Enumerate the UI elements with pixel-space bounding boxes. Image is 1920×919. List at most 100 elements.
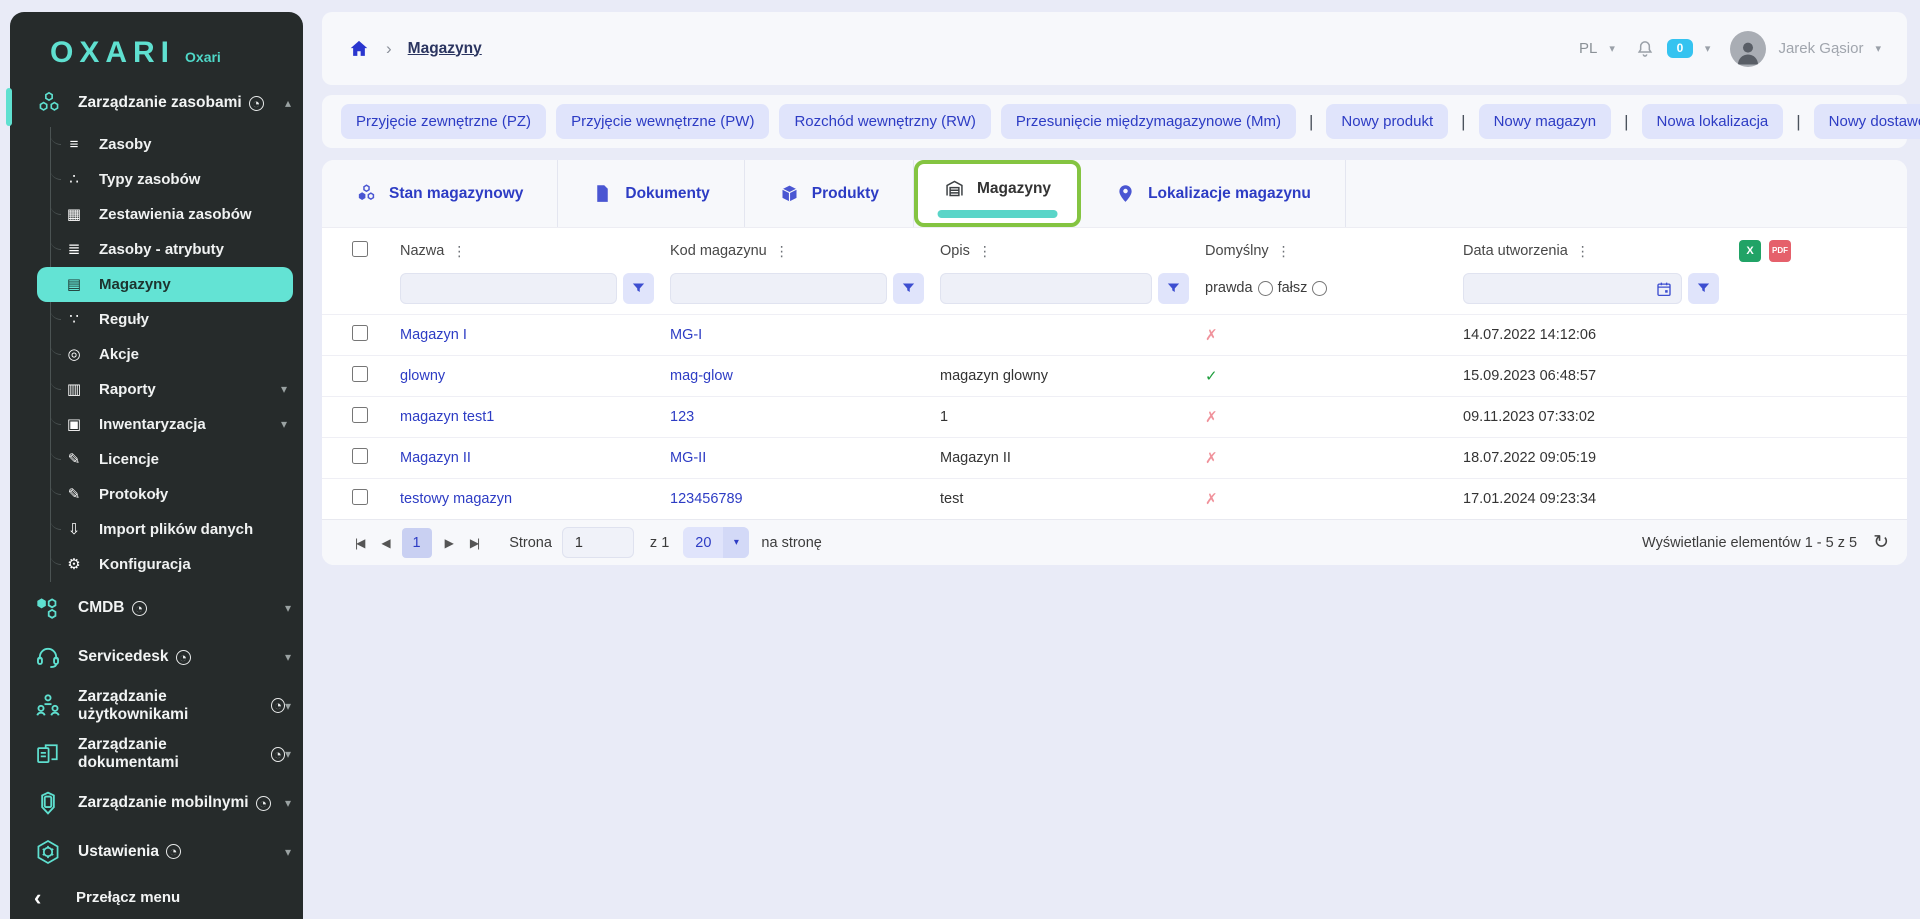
user-name[interactable]: Jarek Gąsior (1778, 40, 1863, 57)
cell-kod[interactable]: MG-I (670, 327, 940, 343)
filter-funnel-button[interactable] (1158, 273, 1189, 304)
home-icon[interactable] (348, 38, 370, 60)
calendar-icon[interactable] (1655, 280, 1673, 298)
action-przesuniecie-button[interactable]: Przesunięcie międzymagazynowe (Mm) (1001, 104, 1296, 139)
sidebar-item-reguly[interactable]: ∵ Reguły (51, 302, 303, 337)
table-row[interactable]: testowy magazyn 123456789 test ✗ 17.01.2… (322, 478, 1907, 519)
page-number-input[interactable] (562, 527, 634, 558)
tab-magazyny[interactable]: Magazyny (914, 160, 1081, 227)
cell-kod[interactable]: MG-II (670, 450, 940, 466)
sidebar-item-protokoly[interactable]: ✎ Protokoły (51, 477, 303, 512)
cell-nazwa[interactable]: Magazyn II (400, 450, 670, 466)
sidebar-item-raporty[interactable]: ▥ Raporty ▾ (51, 372, 303, 407)
action-przyjecie-wewnetrzne-button[interactable]: Przyjęcie wewnętrzne (PW) (556, 104, 769, 139)
chevron-down-icon: ▾ (1705, 42, 1711, 55)
sidebar-toggle-menu[interactable]: ‹ Przełącz menu (10, 876, 303, 919)
row-checkbox[interactable] (352, 489, 368, 505)
sidebar-item-licencje[interactable]: ✎ Licencje (51, 442, 303, 477)
cell-nazwa[interactable]: testowy magazyn (400, 491, 670, 507)
cell-kod[interactable]: 123 (670, 409, 940, 425)
check-icon: ✓ (1205, 367, 1463, 385)
cell-kod[interactable]: mag-glow (670, 368, 940, 384)
sidebar-item-konfiguracja[interactable]: ⚙ Konfiguracja (51, 547, 303, 582)
filter-funnel-button[interactable] (1688, 273, 1719, 304)
column-menu-icon[interactable]: ⋮ (978, 243, 992, 260)
filter-input-kod[interactable] (670, 273, 887, 304)
row-checkbox[interactable] (352, 325, 368, 341)
action-przyjecie-zewnetrzne-button[interactable]: Przyjęcie zewnętrzne (PZ) (341, 104, 546, 139)
row-checkbox[interactable] (352, 407, 368, 423)
sidebar-item-magazyny[interactable]: ▤ Magazyny (37, 267, 293, 302)
cell-nazwa[interactable]: magazyn test1 (400, 409, 670, 425)
next-page-button[interactable]: ▶ (436, 532, 461, 554)
tab-lokalizacje-magazynu[interactable]: Lokalizacje magazynu (1081, 160, 1345, 227)
hierarchy-icon: ∴ (61, 170, 87, 188)
column-menu-icon[interactable]: ⋮ (775, 243, 789, 260)
tab-dokumenty[interactable]: Dokumenty (558, 160, 743, 227)
table-row[interactable]: glowny mag-glow magazyn glowny ✓ 15.09.2… (322, 355, 1907, 396)
hexagon-cluster-icon (356, 183, 377, 204)
action-rozchod-wewnetrzny-button[interactable]: Rozchód wewnętrzny (RW) (779, 104, 990, 139)
cell-kod[interactable]: 123456789 (670, 491, 940, 507)
previous-page-button[interactable]: ◀ (372, 532, 397, 554)
chevron-down-icon: ▾ (285, 747, 291, 761)
tab-produkty[interactable]: Produkty (745, 160, 913, 227)
table-row[interactable]: magazyn test1 123 1 ✗ 09.11.2023 07:33:0… (322, 396, 1907, 437)
sidebar-item-zestawienia-zasobow[interactable]: ▦ Zestawienia zasobów (51, 197, 303, 232)
cross-icon: ✗ (1205, 490, 1463, 508)
sidebar-section-cmdb[interactable]: CMDB ◔ ▾ (10, 584, 303, 633)
filter-input-opis[interactable] (940, 273, 1152, 304)
filter-funnel-button[interactable] (893, 273, 924, 304)
user-avatar[interactable] (1730, 31, 1766, 67)
refresh-icon[interactable]: ↻ (1873, 531, 1889, 554)
cell-nazwa[interactable]: Magazyn I (400, 327, 670, 343)
sidebar-section-zarzadzanie-zasobami[interactable]: Zarządzanie zasobami ◔ ▴ (10, 84, 303, 123)
sidebar-item-zasoby-atrybuty[interactable]: ≣ Zasoby - atrybuty (51, 232, 303, 267)
action-nowy-dostawca-button[interactable]: Nowy dostawca (1814, 104, 1920, 139)
export-excel-icon[interactable]: X (1739, 240, 1761, 262)
sidebar-item-akcje[interactable]: ◎ Akcje (51, 337, 303, 372)
sidebar-item-import-plikow-danych[interactable]: ⇩ Import plików danych (51, 512, 303, 547)
select-all-checkbox[interactable] (352, 241, 368, 257)
tab-stan-magazynowy[interactable]: Stan magazynowy (322, 160, 557, 227)
header-user-area: PL ▾ 0 ▾ Jarek Gąsior ▾ (1579, 31, 1881, 67)
cell-data-utworzenia: 18.07.2022 09:05:19 (1463, 450, 1735, 466)
page-size-select[interactable]: 20 ▾ (683, 527, 749, 558)
last-page-button[interactable]: ▶| (461, 532, 487, 554)
table-row[interactable]: Magazyn II MG-II Magazyn II ✗ 18.07.2022… (322, 437, 1907, 478)
filter-funnel-button[interactable] (623, 273, 654, 304)
cell-nazwa[interactable]: glowny (400, 368, 670, 384)
sidebar-item-zasoby[interactable]: ≡ Zasoby (51, 127, 303, 162)
column-menu-icon[interactable]: ⋮ (1576, 243, 1590, 260)
column-menu-icon[interactable]: ⋮ (452, 243, 466, 260)
export-pdf-icon[interactable]: PDF (1769, 240, 1791, 262)
action-nowy-produkt-button[interactable]: Nowy produkt (1326, 104, 1448, 139)
radio-label-falsz: fałsz (1278, 280, 1308, 296)
sidebar-section-ustawienia[interactable]: Ustawienia ◔ ▾ (10, 827, 303, 876)
radio-falsz[interactable] (1312, 281, 1327, 296)
sidebar-item-inwentaryzacja[interactable]: ▣ Inwentaryzacja ▾ (51, 407, 303, 442)
table-row[interactable]: Magazyn I MG-I ✗ 14.07.2022 14:12:06 (322, 314, 1907, 355)
top-header: › Magazyny PL ▾ 0 ▾ Jarek Gąsior ▾ (322, 12, 1907, 85)
first-page-button[interactable]: |◀ (346, 532, 372, 554)
filter-input-nazwa[interactable] (400, 273, 617, 304)
logo: OXARI Oxari (10, 12, 303, 84)
language-selector[interactable]: PL (1579, 40, 1597, 57)
action-nowa-lokalizacja-button[interactable]: Nowa lokalizacja (1642, 104, 1784, 139)
chevron-down-icon: ▾ (285, 601, 291, 615)
breadcrumb-current[interactable]: Magazyny (408, 40, 482, 58)
sidebar-item-typy-zasobow[interactable]: ∴ Typy zasobów (51, 162, 303, 197)
sidebar-section-zarzadzanie-dokumentami[interactable]: Zarządzanie dokumentami ◔ ▾ (10, 730, 303, 779)
row-checkbox[interactable] (352, 366, 368, 382)
notification-count-badge[interactable]: 0 (1667, 39, 1693, 58)
column-menu-icon[interactable]: ⋮ (1277, 243, 1291, 260)
filter-input-data-utworzenia[interactable] (1463, 273, 1682, 304)
radio-prawda[interactable] (1258, 281, 1273, 296)
row-checkbox[interactable] (352, 448, 368, 464)
current-page-button[interactable]: 1 (402, 528, 432, 558)
notification-bell-icon[interactable] (1635, 39, 1655, 59)
sidebar-section-zarzadzanie-mobilnymi[interactable]: Zarządzanie mobilnymi ◔ ▾ (10, 779, 303, 828)
sidebar-section-zarzadzanie-uzytkownikami[interactable]: Zarządzanie użytkownikami ◔ ▾ (10, 681, 303, 730)
action-nowy-magazyn-button[interactable]: Nowy magazyn (1479, 104, 1612, 139)
sidebar-section-servicedesk[interactable]: Servicedesk ◔ ▾ (10, 633, 303, 682)
